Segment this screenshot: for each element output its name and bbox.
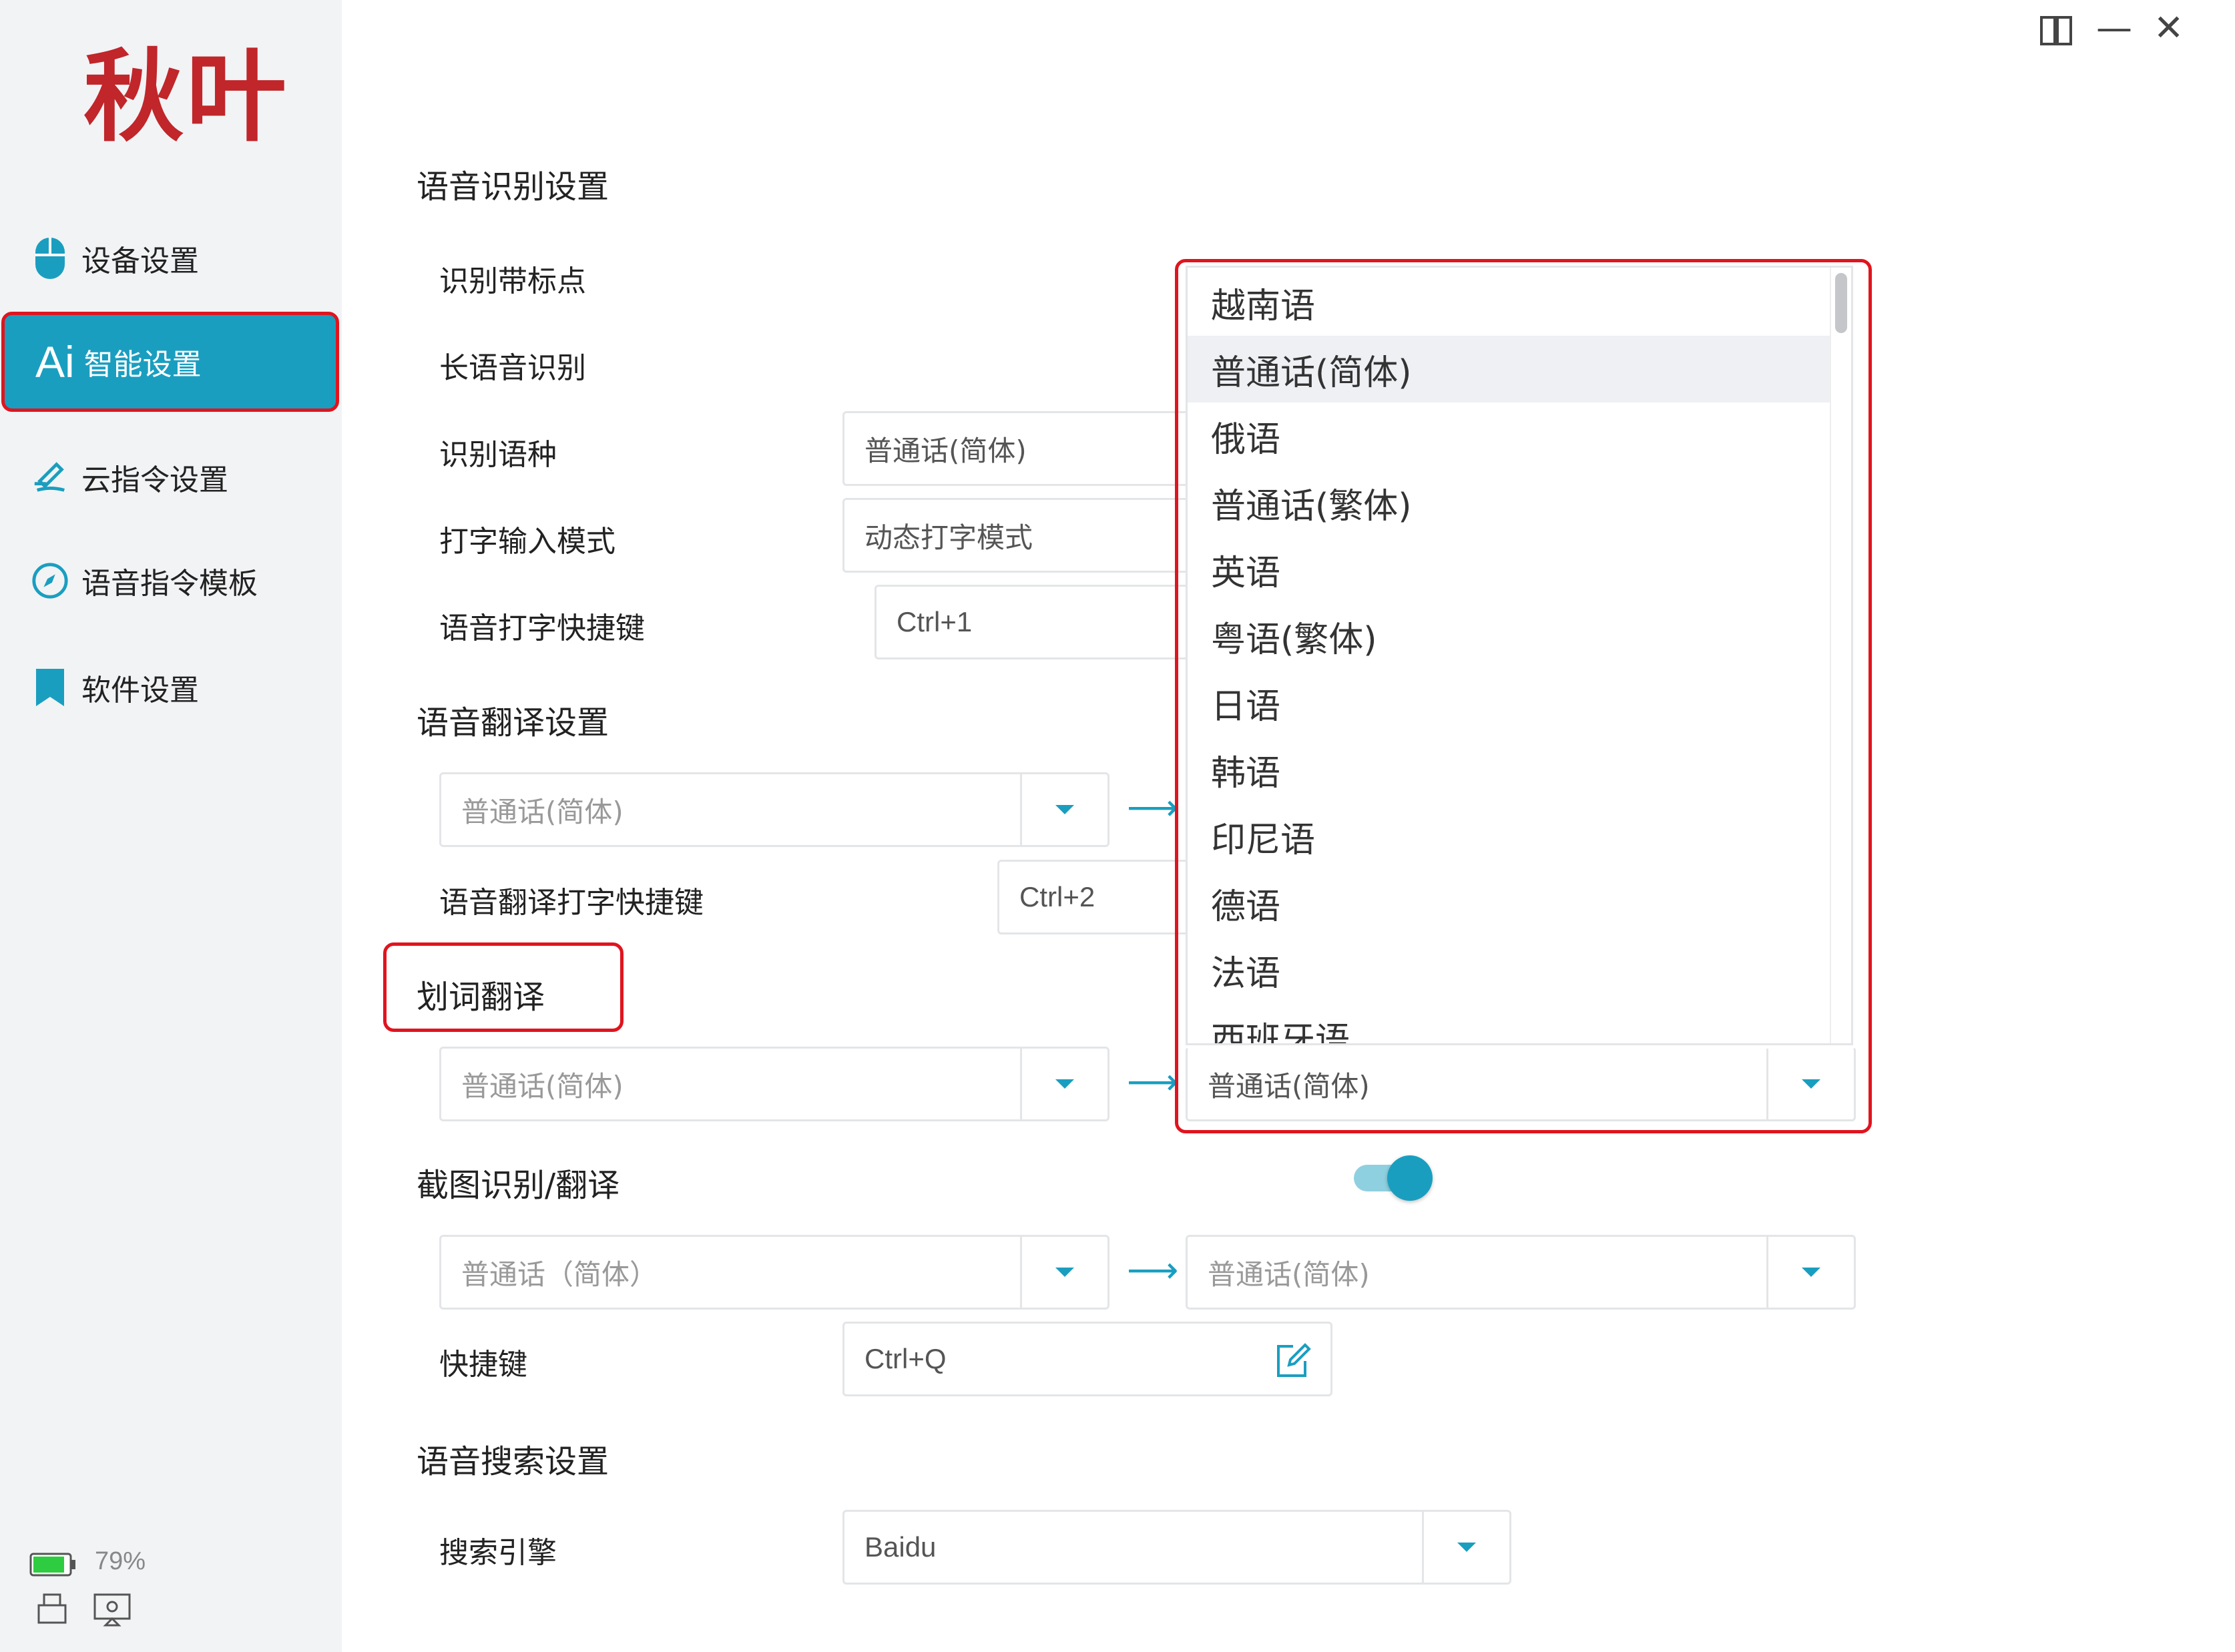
typing-mode-label: 打字输入模式 bbox=[439, 525, 615, 559]
select-value: 普通话(简体) bbox=[1208, 1258, 1370, 1291]
arrow-right-icon: ⟶ bbox=[1127, 786, 1179, 828]
arrow-right-icon: ⟶ bbox=[1127, 1061, 1179, 1103]
word-translation-title: 划词翻译 bbox=[417, 979, 545, 1016]
sidebar-item-cloud-commands[interactable]: 云指令设置 bbox=[0, 427, 342, 527]
speech-translation-title: 语音翻译设置 bbox=[417, 704, 609, 742]
speech-recognition-title: 语音识别设置 bbox=[417, 168, 609, 206]
select-value: Baidu bbox=[864, 1531, 937, 1563]
select-value: 普通话(简体) bbox=[864, 434, 1027, 467]
sidebar-item-label: 语音指令模板 bbox=[81, 567, 258, 601]
edit-icon[interactable] bbox=[1273, 1341, 1313, 1384]
screenshot-target-select[interactable]: 普通话(简体) bbox=[1186, 1235, 1856, 1310]
word-translation-source-select[interactable]: 普通话(简体) bbox=[439, 1047, 1109, 1121]
search-engine-select[interactable]: Baidu bbox=[842, 1510, 1511, 1585]
screenshot-hotkey-input[interactable]: Ctrl+Q bbox=[842, 1322, 1332, 1396]
select-value: 普通话(简体) bbox=[461, 1069, 624, 1103]
sidebar-item-label: 智能设置 bbox=[83, 348, 202, 382]
sidebar-item-label: 云指令设置 bbox=[81, 463, 228, 497]
close-button[interactable]: ✕ bbox=[2154, 7, 2184, 49]
usb-device-icon[interactable] bbox=[35, 1592, 69, 1629]
minimize-button[interactable]: — bbox=[2096, 7, 2132, 49]
dropdown-button[interactable] bbox=[1020, 1049, 1107, 1119]
pin-window-icon[interactable] bbox=[2037, 7, 2075, 58]
select-value: 普通话（简体） bbox=[461, 1258, 658, 1291]
arrow-right-icon: ⟶ bbox=[1127, 1249, 1179, 1291]
chevron-down-icon bbox=[1055, 1079, 1074, 1089]
select-value: 普通话(简体) bbox=[461, 795, 624, 828]
hotkey-value: Ctrl+Q bbox=[864, 1343, 947, 1374]
dropdown-button[interactable] bbox=[1766, 1237, 1854, 1308]
sidebar-item-voice-templates[interactable]: 语音指令模板 bbox=[0, 531, 342, 631]
screenshot-translation-title: 截图识别/翻译 bbox=[417, 1167, 620, 1204]
recognition-language-label: 识别语种 bbox=[439, 438, 557, 472]
search-engine-label: 搜索引擎 bbox=[439, 1536, 557, 1570]
compass-icon bbox=[31, 561, 69, 600]
select-value: 动态打字模式 bbox=[864, 521, 1033, 554]
dropdown-highlight bbox=[1175, 259, 1872, 1133]
battery-percentage: 79% bbox=[95, 1547, 146, 1575]
sidebar: 秋叶 设备设置 Ai 智能设置 云指令设置 语音指令模板 软件设置 79% bbox=[0, 0, 342, 1652]
sidebar-item-label: 设备设置 bbox=[81, 244, 199, 278]
dropdown-button[interactable] bbox=[1422, 1512, 1509, 1583]
cloud-command-icon bbox=[31, 458, 69, 497]
battery-icon bbox=[29, 1551, 77, 1581]
chevron-down-icon bbox=[1802, 1268, 1820, 1277]
speech-translation-hotkey-input[interactable]: Ctrl+2 bbox=[997, 860, 1203, 934]
hotkey-value: Ctrl+1 bbox=[897, 606, 973, 637]
screenshot-source-select[interactable]: 普通话（简体） bbox=[439, 1235, 1109, 1310]
chevron-down-icon bbox=[1457, 1543, 1476, 1552]
dropdown-button[interactable] bbox=[1020, 1237, 1107, 1308]
sidebar-item-label: 软件设置 bbox=[81, 673, 199, 708]
dropdown-button[interactable] bbox=[1020, 774, 1107, 845]
bookmark-icon bbox=[31, 668, 69, 707]
hotkey-value: Ctrl+2 bbox=[1019, 881, 1095, 912]
voice-typing-hotkey-input[interactable]: Ctrl+1 bbox=[875, 585, 1203, 659]
chevron-down-icon bbox=[1055, 1268, 1074, 1277]
chevron-down-icon bbox=[1055, 805, 1074, 814]
sidebar-item-smart-settings[interactable]: Ai 智能设置 bbox=[1, 312, 339, 412]
ai-icon: Ai bbox=[35, 337, 75, 386]
recognition-language-select[interactable]: 普通话(简体) bbox=[842, 411, 1203, 486]
app-logo: 秋叶 bbox=[83, 38, 290, 156]
screenshot-hotkey-label: 快捷键 bbox=[439, 1348, 527, 1382]
sidebar-item-software-settings[interactable]: 软件设置 bbox=[0, 637, 342, 738]
voice-search-title: 语音搜索设置 bbox=[417, 1443, 609, 1480]
speech-translation-hotkey-label: 语音翻译打字快捷键 bbox=[439, 886, 704, 920]
screen-cast-icon[interactable] bbox=[92, 1592, 132, 1632]
screenshot-translation-toggle[interactable] bbox=[1354, 1155, 1434, 1201]
speech-translation-source-select[interactable]: 普通话(简体) bbox=[439, 772, 1109, 847]
sidebar-item-device-settings[interactable]: 设备设置 bbox=[0, 208, 342, 308]
typing-mode-select[interactable]: 动态打字模式 bbox=[842, 498, 1203, 573]
toggle-knob bbox=[1387, 1155, 1433, 1201]
mouse-icon bbox=[31, 238, 69, 279]
punctuation-label: 识别带标点 bbox=[439, 264, 586, 298]
long-speech-label: 长语音识别 bbox=[439, 351, 586, 385]
voice-typing-hotkey-label: 语音打字快捷键 bbox=[439, 611, 645, 645]
